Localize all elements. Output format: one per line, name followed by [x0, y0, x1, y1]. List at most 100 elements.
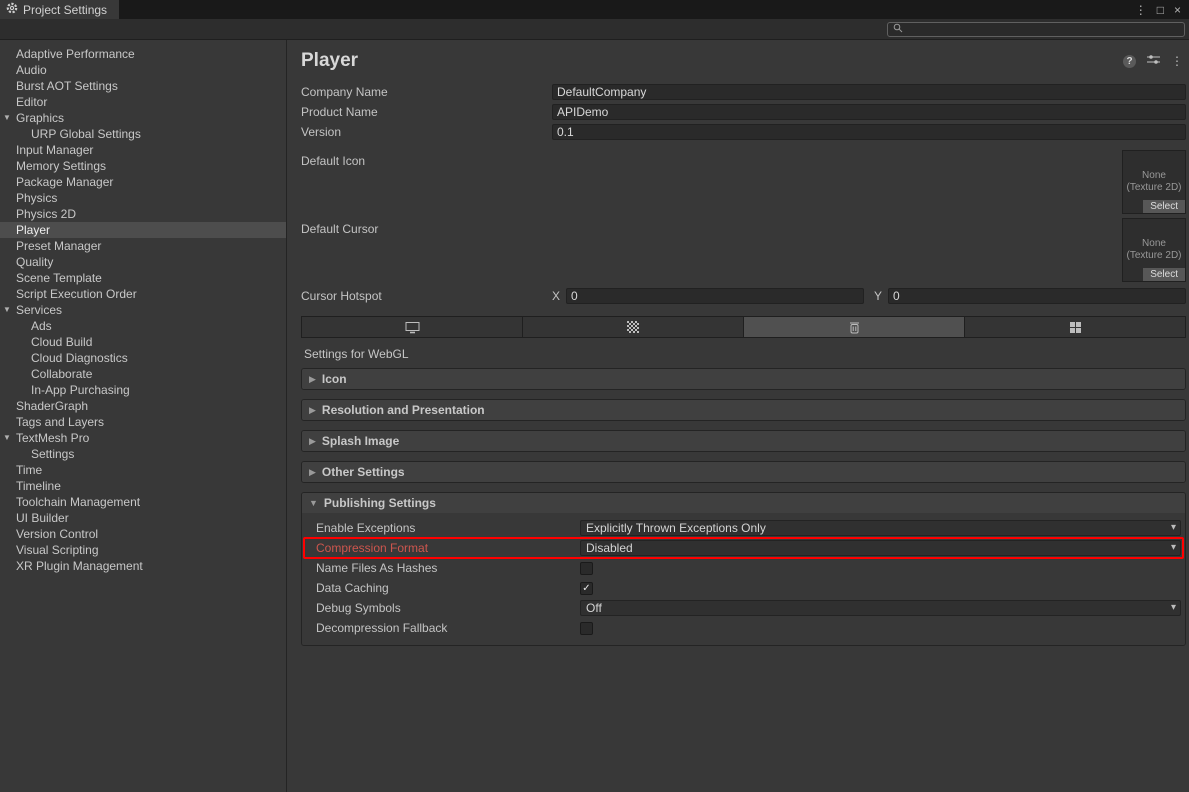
sidebar-item-tags-and-layers[interactable]: Tags and Layers — [0, 414, 286, 430]
search-input[interactable] — [907, 23, 1179, 35]
section-publishing-settings: ▼ Publishing Settings Enable ExceptionsExp… — [301, 492, 1186, 646]
close-icon[interactable]: × — [1174, 4, 1181, 16]
cursor-hotspot-x-field[interactable] — [566, 288, 864, 304]
sidebar-item-label: Package Manager — [16, 175, 113, 189]
sidebar-item-timeline[interactable]: Timeline — [0, 478, 286, 494]
gear-icon — [6, 2, 18, 17]
section-title: Publishing Settings — [324, 496, 436, 510]
default-cursor-object-field[interactable]: None (Texture 2D) Select — [1122, 218, 1186, 282]
company-name-row: Company Name — [301, 82, 1186, 102]
kebab-menu-icon[interactable]: ⋮ — [1171, 54, 1183, 68]
sidebar-item-label: URP Global Settings — [31, 127, 141, 141]
sidebar-item-xr-plugin-management[interactable]: XR Plugin Management — [0, 558, 286, 574]
select-cursor-button[interactable]: Select — [1143, 268, 1185, 281]
version-field[interactable] — [552, 124, 1186, 140]
default-icon-object-field[interactable]: None (Texture 2D) Select — [1122, 150, 1186, 214]
foldout-arrow-icon[interactable]: ▼ — [3, 430, 11, 446]
sidebar-item-quality[interactable]: Quality — [0, 254, 286, 270]
sidebar-item-adaptive-performance[interactable]: Adaptive Performance — [0, 46, 286, 62]
sidebar-item-cloud-build[interactable]: Cloud Build — [0, 334, 286, 350]
sidebar-item-version-control[interactable]: Version Control — [0, 526, 286, 542]
sidebar-item-label: Memory Settings — [16, 159, 106, 173]
presets-icon[interactable] — [1147, 54, 1160, 68]
sidebar-item-textmesh-pro[interactable]: ▼ TextMesh Pro — [0, 430, 286, 446]
section-body: Enable ExceptionsExplicitly Thrown Excep… — [302, 513, 1185, 645]
cursor-hotspot-y-field[interactable] — [888, 288, 1186, 304]
sidebar-item-audio[interactable]: Audio — [0, 62, 286, 78]
foldout-arrow-icon[interactable]: ▼ — [3, 110, 11, 126]
sidebar-item-settings[interactable]: Settings — [0, 446, 286, 462]
player-identity-form: Company Name Product Name Version Defaul… — [301, 82, 1186, 306]
window-tab-label: Project Settings — [23, 3, 107, 17]
search-box[interactable] — [887, 22, 1185, 37]
sidebar-item-package-manager[interactable]: Package Manager — [0, 174, 286, 190]
foldout-arrow-icon[interactable]: ▼ — [3, 302, 11, 318]
sidebar-item-label: Burst AOT Settings — [16, 79, 118, 93]
sidebar-item-editor[interactable]: Editor — [0, 94, 286, 110]
sidebar-item-burst-aot-settings[interactable]: Burst AOT Settings — [0, 78, 286, 94]
platform-tab-desktop-platform[interactable] — [302, 317, 523, 337]
section-splash-image: ▶Splash Image — [301, 430, 1186, 452]
sidebar-item-label: TextMesh Pro — [16, 431, 89, 445]
sidebar-item-ads[interactable]: Ads — [0, 318, 286, 334]
dropdown-value: Off — [586, 601, 602, 615]
setting-row-decompression-fallback: Decompression Fallback — [302, 618, 1185, 638]
product-name-field[interactable] — [552, 104, 1186, 120]
checkbox-name-files-as-hashes[interactable] — [580, 562, 593, 575]
sidebar-item-services[interactable]: ▼ Services — [0, 302, 286, 318]
project-settings-window: Project Settings ⋮ □ × Adaptive Performa… — [0, 0, 1189, 792]
default-cursor-label: Default Cursor — [301, 222, 552, 236]
setting-label: Decompression Fallback — [316, 621, 580, 635]
dropdown-debug-symbols[interactable]: Off ▾ — [580, 600, 1181, 616]
dropdown-compression-format[interactable]: Disabled▾ — [580, 540, 1181, 556]
sidebar-item-cloud-diagnostics[interactable]: Cloud Diagnostics — [0, 350, 286, 366]
sidebar-item-toolchain-management[interactable]: Toolchain Management — [0, 494, 286, 510]
sidebar-item-player[interactable]: Player — [0, 222, 286, 238]
chevron-down-icon: ▾ — [1171, 602, 1176, 613]
platform-tab-dedicated-server-platform[interactable] — [523, 317, 744, 337]
help-icon[interactable]: ? — [1123, 55, 1136, 68]
default-cursor-row: Default Cursor None (Texture 2D) Select — [301, 216, 1186, 284]
window-tab-project-settings[interactable]: Project Settings — [0, 0, 119, 19]
sidebar-item-scene-template[interactable]: Scene Template — [0, 270, 286, 286]
sidebar-item-input-manager[interactable]: Input Manager — [0, 142, 286, 158]
sidebar-item-collaborate[interactable]: Collaborate — [0, 366, 286, 382]
default-icon-label: Default Icon — [301, 154, 552, 168]
maximize-icon[interactable]: □ — [1157, 4, 1164, 16]
sidebar-item-time[interactable]: Time — [0, 462, 286, 478]
sidebar-item-graphics[interactable]: ▼Graphics — [0, 110, 286, 126]
foldout-arrow-icon: ▼ — [309, 498, 318, 508]
sidebar-item-script-execution-order[interactable]: Script Execution Order — [0, 286, 286, 302]
setting-row-compression-format: Compression FormatDisabled▾ — [302, 538, 1185, 558]
sidebar-item-in-app-purchasing[interactable]: In-App Purchasing — [0, 382, 286, 398]
sidebar-item-ui-builder[interactable]: UI Builder — [0, 510, 286, 526]
platform-tab-webgl-platform[interactable] — [744, 317, 965, 337]
platform-tab-uwp-platform[interactable] — [965, 317, 1185, 337]
select-icon-button[interactable]: Select — [1143, 200, 1185, 213]
section-header-splash-image[interactable]: ▶Splash Image — [302, 431, 1185, 451]
section-header-other-settings[interactable]: ▶Other Settings — [302, 462, 1185, 482]
dropdown-enable-exceptions[interactable]: Explicitly Thrown Exceptions Only▾ — [580, 520, 1181, 536]
window-menu-icon[interactable]: ⋮ — [1135, 4, 1147, 16]
webgl-platform-icon — [849, 321, 860, 334]
sidebar-item-urp-global-settings[interactable]: URP Global Settings — [0, 126, 286, 142]
sidebar-item-label: Timeline — [16, 479, 61, 493]
section-header-icon[interactable]: ▶Icon — [302, 369, 1185, 389]
sidebar-item-label: Services — [16, 303, 62, 317]
sidebar-item-visual-scripting[interactable]: Visual Scripting — [0, 542, 286, 558]
sidebar-item-memory-settings[interactable]: Memory Settings — [0, 158, 286, 174]
sidebar-item-shadergraph[interactable]: ShaderGraph — [0, 398, 286, 414]
sidebar-item-label: Cloud Diagnostics — [31, 351, 128, 365]
setting-label: Compression Format — [316, 541, 580, 555]
sidebar-item-physics[interactable]: Physics — [0, 190, 286, 206]
dropdown-value: Disabled — [586, 541, 633, 555]
checkbox-data-caching[interactable]: ✓ — [580, 582, 593, 595]
sidebar-item-physics-2d[interactable]: Physics 2D — [0, 206, 286, 222]
sidebar-item-preset-manager[interactable]: Preset Manager — [0, 238, 286, 254]
section-header-publishing-settings[interactable]: ▼ Publishing Settings — [302, 493, 1185, 513]
company-name-field[interactable] — [552, 84, 1186, 100]
checkbox-decompression-fallback[interactable] — [580, 622, 593, 635]
desktop-platform-icon — [405, 321, 420, 334]
section-header-resolution-and-presentation[interactable]: ▶Resolution and Presentation — [302, 400, 1185, 420]
version-label: Version — [301, 125, 552, 139]
